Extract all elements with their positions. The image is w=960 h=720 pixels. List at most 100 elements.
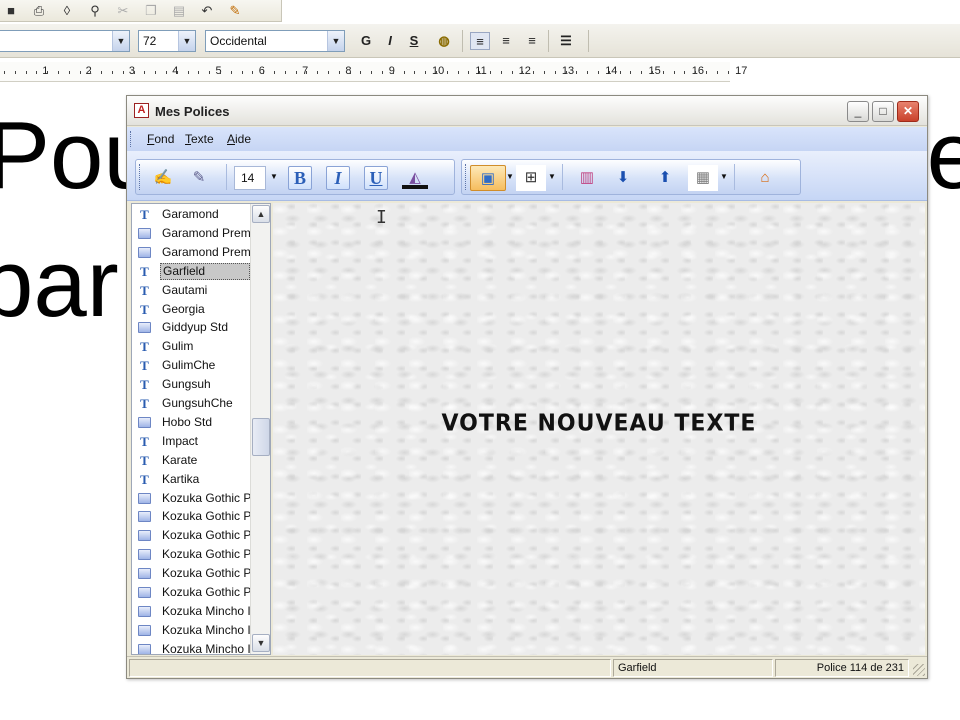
text-preview-area[interactable]: I VOTRE NOUVEAU TEXTE [273, 203, 925, 655]
color-bars-icon[interactable]: ▥ [574, 165, 600, 191]
ruler-tick [349, 71, 351, 74]
align-left-icon[interactable]: ≡ [470, 32, 490, 50]
font-list-item[interactable]: Kartika [132, 470, 250, 489]
bold-button[interactable]: G [356, 32, 376, 50]
italic-button[interactable]: I [326, 166, 350, 190]
opentype-font-icon [138, 322, 151, 334]
font-list-item[interactable]: Georgia [132, 300, 250, 319]
ruler-tick [47, 71, 49, 74]
font-list-item[interactable]: Impact [132, 432, 250, 451]
font-list-item[interactable]: Kozuka Mincho I [132, 640, 250, 654]
scroll-up-icon[interactable]: ▲ [252, 205, 270, 223]
font-list-item[interactable]: Kozuka Mincho I [132, 621, 250, 640]
font-list-item[interactable]: Gautami [132, 281, 250, 300]
font-list-item-name: Kozuka Gothic P [162, 509, 250, 524]
font-list-item[interactable]: Kozuka Gothic P [132, 489, 250, 508]
font-list-item[interactable]: Kozuka Mincho I [132, 602, 250, 621]
cut-icon[interactable]: ✂ [114, 3, 132, 19]
gradient-swatch-icon[interactable]: ▦ [688, 165, 718, 191]
font-list-item[interactable]: Karate [132, 451, 250, 470]
toolbar-grip[interactable] [465, 164, 467, 190]
find-icon[interactable]: ⚲ [86, 3, 104, 19]
ruler-tick [338, 71, 340, 74]
font-list-item[interactable]: Gungsuh [132, 375, 250, 394]
menu-bar: Fond Texte Aide [127, 127, 927, 151]
import-down-icon[interactable]: ⬇ [610, 165, 636, 191]
minimize-button[interactable]: _ [847, 101, 869, 122]
font-size-field[interactable]: 14 [234, 166, 266, 190]
chevron-down-icon[interactable]: ▼ [178, 31, 195, 51]
font-list-item[interactable]: Garamond Prem [132, 224, 250, 243]
print-preview-icon[interactable]: ◊ [58, 3, 76, 19]
text-toolbar-group: ✍ ✎ 14 ▼ B I U ◭ [135, 159, 455, 195]
script-combo[interactable]: Occidental ▼ [205, 30, 345, 52]
save-icon[interactable]: ■ [2, 3, 20, 19]
undo-icon[interactable]: ↶ [198, 3, 216, 19]
edit-text-icon[interactable]: ✍ [150, 165, 176, 191]
truetype-font-icon [138, 303, 151, 316]
font-list-item-name: Garamond Prem [162, 225, 250, 240]
chevron-down-icon[interactable]: ▼ [112, 31, 129, 51]
font-list-item[interactable]: Kozuka Gothic P [132, 545, 250, 564]
scroll-thumb[interactable] [252, 418, 270, 456]
font-list[interactable]: Kozuka Mincho I Kozuka Mincho I Kozuka Min… [131, 203, 271, 655]
chevron-down-icon[interactable]: ▼ [506, 172, 514, 181]
print-icon[interactable]: ⎙ [30, 3, 48, 19]
underline-button[interactable]: S [404, 32, 424, 50]
paste-icon[interactable]: ▤ [170, 3, 188, 19]
toolbar-grip[interactable] [139, 164, 141, 190]
font-size-combo[interactable]: 72 ▼ [138, 30, 196, 52]
font-list-item[interactable]: GungsuhChe [132, 394, 250, 413]
font-list-item[interactable]: GulimChe [132, 356, 250, 375]
chevron-down-icon[interactable]: ▼ [720, 172, 728, 181]
chevron-down-icon[interactable]: ▼ [548, 172, 556, 181]
opentype-font-icon [138, 624, 151, 636]
resize-grip[interactable] [913, 664, 925, 676]
scroll-down-icon[interactable]: ▼ [252, 634, 270, 652]
italic-button[interactable]: I [380, 32, 400, 50]
font-list-item[interactable]: Giddyup Std [132, 318, 250, 337]
font-list-item[interactable]: Kozuka Gothic P [132, 507, 250, 526]
ruler-tick [166, 71, 167, 74]
close-button[interactable]: ✕ [897, 101, 919, 122]
chevron-down-icon[interactable]: ▼ [270, 172, 278, 181]
background-image-icon[interactable]: ▣ [470, 165, 506, 191]
font-name-combo[interactable]: ▼ [0, 30, 130, 52]
ruler-number: 11 [475, 65, 487, 77]
bold-button[interactable]: B [288, 166, 312, 190]
menu-grip[interactable] [130, 131, 132, 147]
export-up-icon[interactable]: ⬆ [652, 165, 678, 191]
window-titlebar[interactable]: A Mes Polices _ □ ✕ [127, 96, 927, 126]
font-list-item[interactable]: Kozuka Gothic P [132, 564, 250, 583]
horizontal-ruler[interactable]: 1 2 3 4 5 6 7 8 9 10 11 12 13 14 15 16 17 [0, 62, 747, 82]
menu-fond[interactable]: Fond [147, 132, 174, 146]
clone-format-icon[interactable]: ✎ [226, 3, 244, 19]
align-center-icon[interactable]: ≡ [496, 32, 516, 50]
ruler-tick [446, 71, 448, 74]
menu-aide[interactable]: Aide [227, 132, 251, 146]
copy-icon[interactable]: ❐ [142, 3, 160, 19]
highlight-icon[interactable]: ◍ [434, 32, 454, 50]
align-right-icon[interactable]: ≡ [522, 32, 542, 50]
maximize-button[interactable]: □ [872, 101, 894, 122]
pencil-icon[interactable]: ✎ [186, 165, 212, 191]
truetype-font-icon [138, 265, 151, 278]
font-list-item[interactable]: Kozuka Gothic P [132, 583, 250, 602]
home-icon[interactable]: ⌂ [752, 165, 778, 191]
layout-grid-icon[interactable]: ⊞ [516, 165, 546, 191]
text-color-icon[interactable]: ◭ [402, 165, 428, 189]
font-list-item[interactable]: Hobo Std [132, 413, 250, 432]
bullet-list-icon[interactable]: ☰ [556, 32, 576, 50]
font-list-scrollbar[interactable]: ▲ ▼ [250, 204, 270, 654]
ruler-tick [662, 71, 664, 74]
menu-texte[interactable]: Texte [185, 132, 214, 146]
font-list-item[interactable]: Garamond [132, 205, 250, 224]
font-list-item[interactable]: Garfield [132, 262, 250, 281]
font-list-item[interactable]: Gulim [132, 337, 250, 356]
underline-button[interactable]: U [364, 166, 388, 190]
chevron-down-icon[interactable]: ▼ [327, 31, 344, 51]
font-list-item[interactable]: Kozuka Gothic P [132, 526, 250, 545]
font-list-item[interactable]: Garamond Prem [132, 243, 250, 262]
status-message [129, 659, 611, 677]
ruler-tick [155, 71, 157, 74]
